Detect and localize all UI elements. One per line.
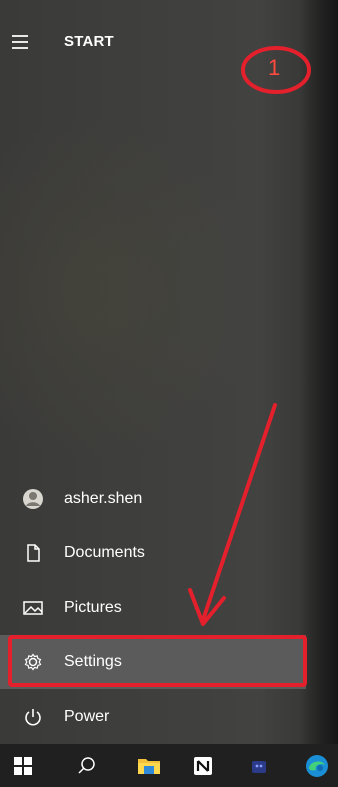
hamburger-menu-icon[interactable] (12, 30, 30, 54)
start-title: START (64, 33, 114, 50)
taskbar-app-button[interactable] (236, 744, 282, 787)
user-account-item[interactable]: asher.shen (0, 472, 306, 526)
taskbar-search-button[interactable] (64, 744, 110, 787)
picture-icon (22, 597, 44, 619)
taskbar-start-button[interactable] (0, 744, 46, 787)
documents-item[interactable]: Documents (0, 526, 306, 580)
search-icon (78, 756, 95, 774)
document-icon (22, 542, 44, 564)
taskbar-edge-button[interactable] (294, 744, 338, 787)
power-item[interactable]: Power (0, 690, 306, 744)
windows-logo-icon (14, 756, 32, 775)
taskbar (0, 744, 338, 787)
documents-label: Documents (64, 544, 145, 561)
taskbar-file-explorer-button[interactable] (126, 744, 172, 787)
pictures-label: Pictures (64, 599, 122, 616)
notion-icon (194, 756, 212, 775)
annotation-step-number: 1 (268, 55, 281, 80)
power-icon (22, 706, 44, 728)
app-icon (252, 760, 266, 773)
start-menu-panel: START 1 asher.shen Documents Pictures Se… (0, 0, 338, 744)
start-header: START (0, 20, 200, 64)
user-account-label: asher.shen (64, 490, 143, 507)
settings-item[interactable]: Settings (0, 635, 306, 689)
taskbar-notion-button[interactable] (180, 744, 226, 787)
pictures-item[interactable]: Pictures (0, 581, 306, 635)
folder-icon (138, 758, 160, 774)
settings-label: Settings (64, 653, 122, 670)
edge-icon (306, 754, 328, 777)
power-label: Power (64, 708, 110, 725)
user-avatar-icon (22, 488, 44, 510)
gear-icon (22, 651, 44, 673)
